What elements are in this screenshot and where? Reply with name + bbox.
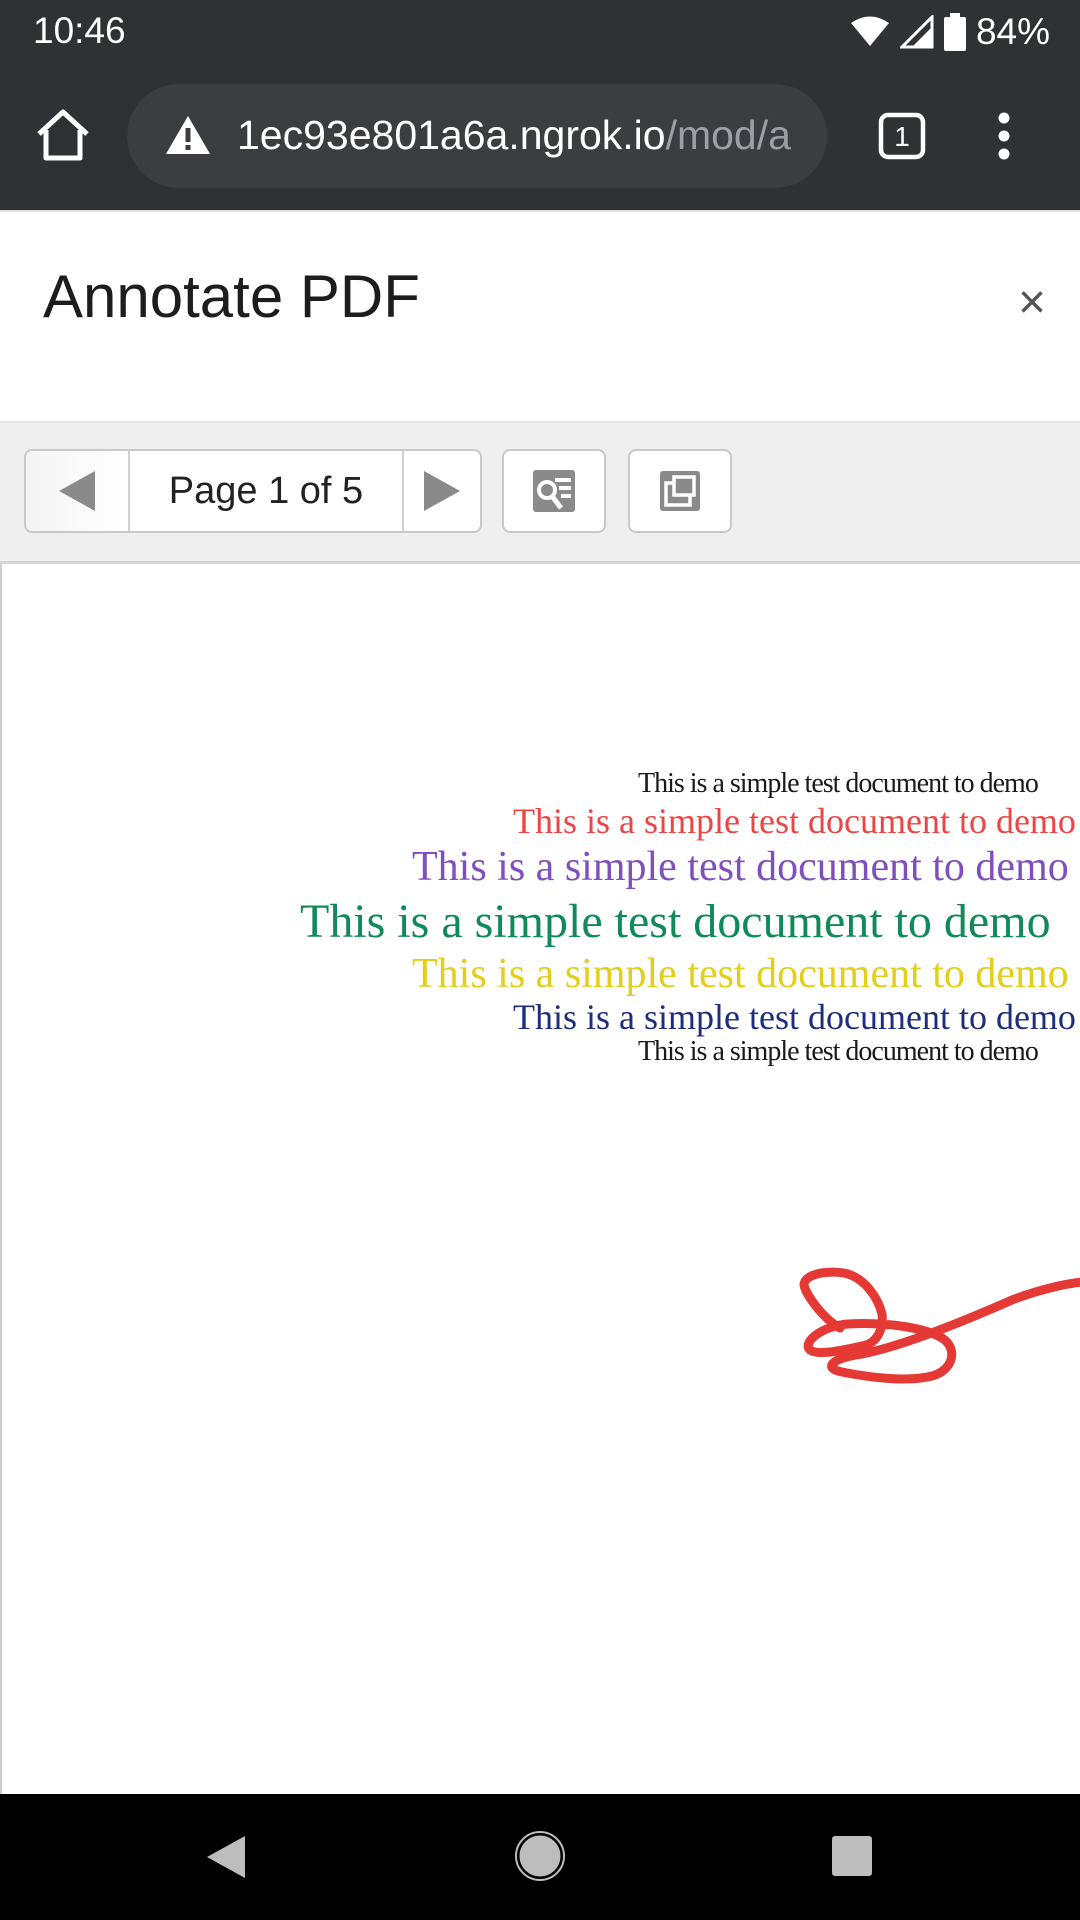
warning-icon[interactable] <box>165 114 211 156</box>
tabs-icon[interactable]: 1 <box>878 112 926 160</box>
status-time: 10:46 <box>33 10 126 51</box>
next-page-icon <box>424 471 460 511</box>
recents-icon[interactable] <box>831 1835 873 1877</box>
next-page-button[interactable] <box>404 451 480 531</box>
page-navigation: Page 1 of 5 <box>24 449 482 533</box>
document-line: This is a simple test document to demo <box>513 997 1076 1037</box>
url-path: /mod/a <box>665 112 791 158</box>
page-indicator[interactable]: Page 1 of 5 <box>130 451 404 531</box>
browser-toolbar: 1ec93e801a6a.ngrok.io/mod/a 1 <box>0 64 1080 210</box>
address-bar[interactable]: 1ec93e801a6a.ngrok.io/mod/a <box>127 84 827 188</box>
battery-percent: 84% <box>975 11 1050 52</box>
wifi-icon <box>850 16 889 46</box>
document-line: This is a simple test document to demo <box>412 951 1069 997</box>
home-icon[interactable] <box>34 106 92 164</box>
close-button[interactable]: × <box>1002 272 1062 332</box>
pdf-page[interactable]: This is a simple test document to demo T… <box>0 564 1080 1794</box>
document-line: This is a simple test document to demo <box>412 844 1069 890</box>
document-line: This is a simple test document to demo <box>513 801 1076 841</box>
expand-button[interactable] <box>628 449 732 533</box>
document-line: This is a simple test document to demo <box>638 768 1039 799</box>
pdf-toolbar: Page 1 of 5 <box>0 423 1080 564</box>
search-text-button[interactable] <box>502 449 606 533</box>
expand-icon <box>660 471 700 511</box>
status-icons: 84% <box>850 10 1050 54</box>
url-host: 1ec93e801a6a.ngrok.io <box>237 112 666 158</box>
prev-page-icon <box>59 471 95 511</box>
status-bar: 10:46 84% <box>0 0 1080 64</box>
more-vert-icon[interactable] <box>988 112 1020 160</box>
tab-count: 1 <box>894 121 910 152</box>
home-circle-icon[interactable] <box>514 1830 566 1882</box>
document-line: This is a simple test document to demo <box>638 1036 1039 1067</box>
document-line: This is a simple test document to demo <box>300 895 1051 948</box>
signal-icon <box>899 15 934 49</box>
back-icon[interactable] <box>205 1834 247 1880</box>
url-fade <box>787 84 827 188</box>
android-nav-bar <box>0 1794 1080 1920</box>
url-text[interactable]: 1ec93e801a6a.ngrok.io/mod/a <box>237 112 791 159</box>
search-text-icon <box>533 470 575 512</box>
prev-page-button[interactable] <box>26 451 130 531</box>
battery-icon <box>943 13 966 51</box>
dialog-header: Annotate PDF × <box>0 212 1080 423</box>
dialog-title: Annotate PDF <box>43 263 420 330</box>
freehand-annotation[interactable] <box>782 1264 1080 1404</box>
